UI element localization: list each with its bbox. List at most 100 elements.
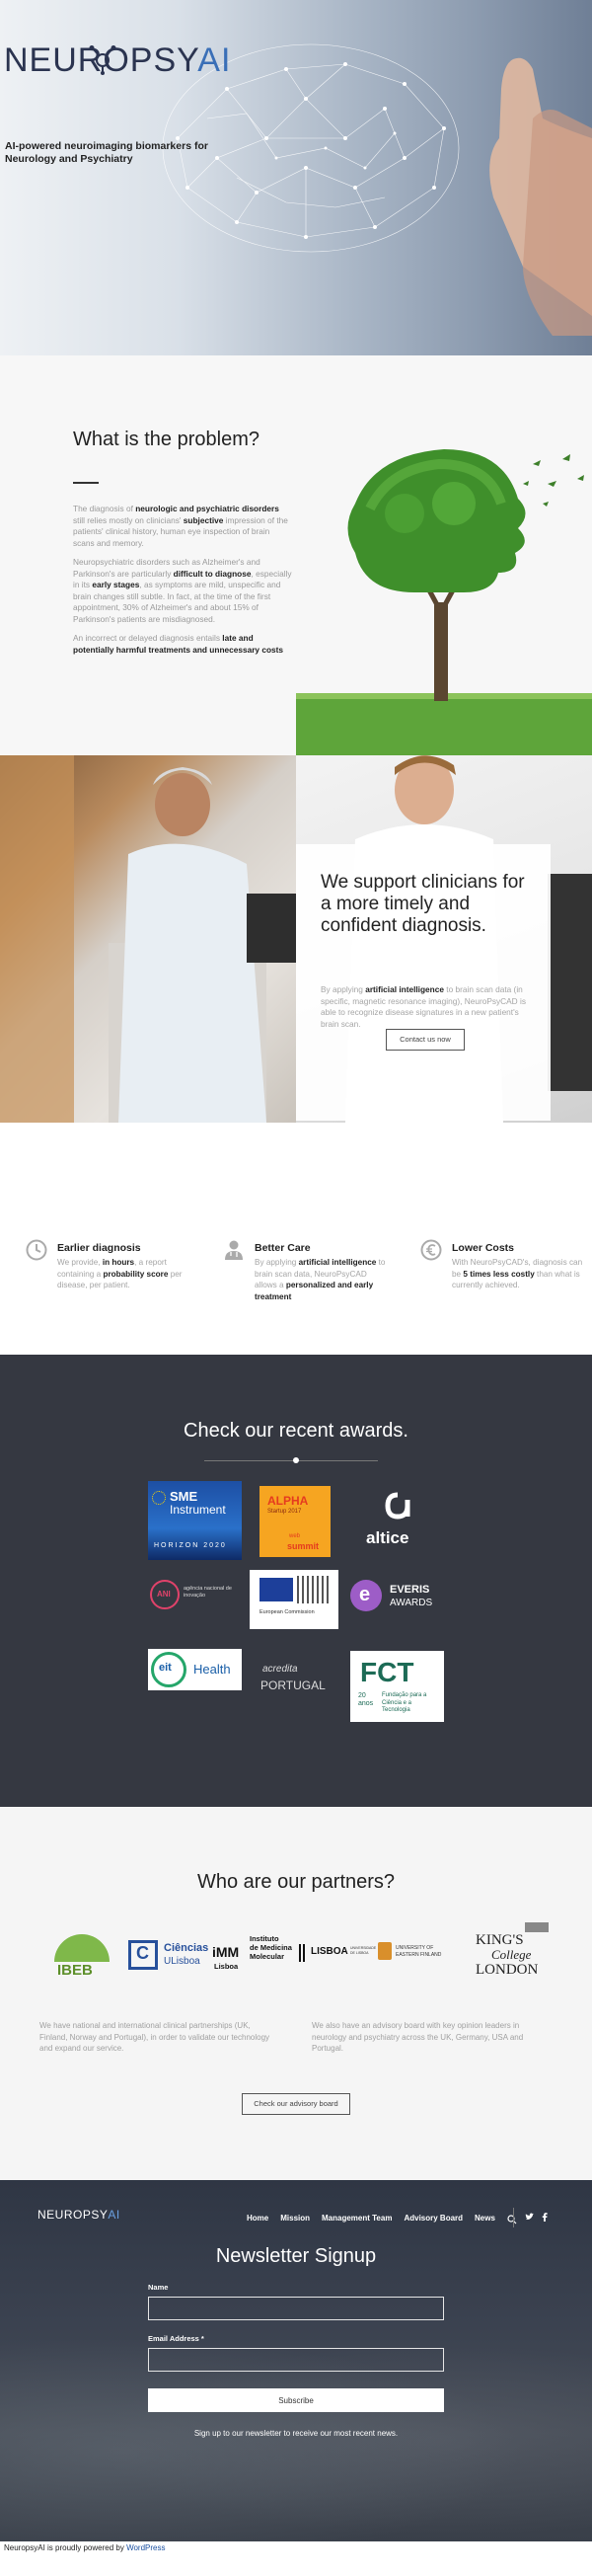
award-sme-instrument[interactable]: SME Instrument HORIZON 2020 [148, 1481, 242, 1560]
award-ani[interactable]: ANI agência nacional de inovação [148, 1570, 242, 1624]
logo-text-ai: AI [197, 41, 232, 79]
problem-section: What is the problem? The diagnosis of ne… [0, 355, 592, 755]
advisory-board-button[interactable]: Check our advisory board [242, 2093, 350, 2115]
support-text: By applying artificial intelligence to b… [321, 984, 526, 1029]
support-title: We support clinicians for a more timely … [321, 872, 525, 936]
award-altice-text: altice [366, 1528, 409, 1547]
awards-section: Check our recent awards. SME Instrument … [0, 1355, 592, 1817]
partner-imm-line2: de Medicina [250, 1943, 292, 1952]
partners-section: Who are our partners? IBEB C Ciências UL… [0, 1807, 592, 2180]
partner-ibeb[interactable]: IBEB [54, 1930, 110, 1980]
newsletter-title: Newsletter Signup [215, 2245, 377, 2267]
contact-button[interactable]: Contact us now [386, 1029, 465, 1051]
feature-text: With NeuroPsyCAD's, diagnosis can be 5 t… [452, 1258, 583, 1289]
footer-logo-text: NEUROPSY [37, 2208, 109, 2222]
problem-paragraph-1: The diagnosis of neurologic and psychiat… [73, 504, 288, 548]
partner-logos: IBEB C Ciências ULisboa iMM Instituto de… [49, 1922, 553, 1980]
partner-imm-line4: Lisboa [214, 1962, 239, 1971]
eu-flag-icon [152, 1491, 166, 1505]
title-divider [73, 482, 99, 484]
email-label: Email Address * [148, 2334, 204, 2343]
partners-title: Who are our partners? [196, 1871, 396, 1893]
nav-mission[interactable]: Mission [280, 2214, 310, 2225]
award-altice[interactable]: altice [350, 1481, 444, 1560]
wordpress-link[interactable]: WordPress [126, 2543, 165, 2552]
partner-ciencias[interactable]: C Ciências ULisboa [128, 1938, 209, 1974]
email-input[interactable] [148, 2348, 444, 2372]
award-acredita-line2: PORTUGAL [260, 1678, 326, 1692]
award-sme-line3: HORIZON 2020 [154, 1542, 227, 1549]
partner-lisboa-sub: UNIVERSIDADE DE LISBOA [350, 1946, 377, 1955]
partner-lisboa-text: LISBOA [311, 1946, 348, 1957]
clock-icon [26, 1239, 47, 1261]
award-everis-line1: EVERIS [390, 1584, 430, 1596]
problem-paragraph-2: Neuropsychiatric disorders such as Alzhe… [73, 557, 292, 624]
features-section: Earlier diagnosis We provide, in hours, … [0, 1123, 592, 1355]
name-input[interactable] [148, 2297, 444, 2320]
award-eit-line2: Health [193, 1662, 231, 1677]
hand-illustration [489, 57, 592, 336]
kings-crest-icon [525, 1922, 549, 1932]
patient-photo [0, 755, 296, 1123]
imm-logo-glyph: iMM [212, 1944, 240, 1960]
partner-imm-line3: Molecular [250, 1952, 285, 1961]
award-alpha-startup[interactable]: ALPHA Startup 2017 web summit [259, 1486, 331, 1557]
award-eit-line1: eit [159, 1662, 172, 1674]
head-tree-illustration [296, 449, 592, 755]
awards-title: Check our recent awards. [184, 1420, 408, 1442]
partner-ciencias-line1: Ciências [164, 1942, 209, 1954]
facebook-icon[interactable] [542, 2213, 548, 2222]
feature-text: We provide, in hours, a report containin… [57, 1258, 183, 1289]
support-card: We support clinicians for a more timely … [296, 844, 551, 1121]
altice-a-icon [385, 1492, 410, 1520]
newsletter-section: NEUROPSY AI Home Mission Management Team … [0, 2180, 592, 2541]
feature-title: Earlier diagnosis [57, 1242, 141, 1254]
award-eu-label: European Commission [259, 1609, 315, 1615]
partner-kings-line3: LONDON [476, 1962, 539, 1978]
nav-home[interactable]: Home [247, 2214, 268, 2225]
hero-tagline: AI-powered neuroimaging biomarkers for N… [5, 140, 208, 165]
award-everis[interactable]: e EVERIS AWARDS [348, 1572, 447, 1621]
doctor-icon [225, 1240, 243, 1260]
award-acredita-line1: acredita [262, 1664, 298, 1675]
award-sme-line1: SME [170, 1489, 198, 1504]
partner-imm[interactable]: iMM Instituto de Medicina Molecular Lisb… [212, 1932, 296, 1976]
partner-ulisboa[interactable]: LISBOA UNIVERSIDADE DE LISBOA [299, 1944, 378, 1968]
partner-ciencias-line2: ULisboa [164, 1956, 200, 1967]
problem-paragraph-3: An incorrect or delayed diagnosis entail… [73, 633, 284, 655]
ibeb-dome-icon [54, 1934, 110, 1962]
feature-title: Lower Costs [452, 1242, 515, 1254]
partners-right-text: We also have an advisory board with key … [312, 2021, 524, 2053]
partners-left-text: We have national and international clini… [39, 2021, 270, 2053]
euro-icon [420, 1239, 442, 1261]
award-ani-line1: ANI [157, 1590, 171, 1599]
footer-logo[interactable]: NEUROPSY AI [37, 2208, 120, 2222]
award-alpha-line4: summit [287, 1541, 320, 1551]
award-alpha-line1: ALPHA [267, 1494, 309, 1508]
partner-kings-college[interactable]: KING'S College LONDON [474, 1922, 553, 1984]
nav-advisory-board[interactable]: Advisory Board [404, 2214, 463, 2225]
award-fct-line1: FCT [360, 1657, 414, 1687]
award-acredita-portugal[interactable]: acredita PORTUGAL [255, 1654, 338, 1708]
award-alpha-line3: web [289, 1533, 301, 1539]
feature-text: By applying artificial intelligence to b… [255, 1258, 386, 1301]
twitter-icon[interactable] [525, 2213, 534, 2222]
partner-uef[interactable]: UNIVERSITY OF EASTERN FINLAND [378, 1942, 452, 1972]
divider-dot [293, 1457, 299, 1463]
award-european-commission[interactable]: European Commission [250, 1570, 338, 1629]
eu-flag-icon [259, 1578, 293, 1601]
award-everis-line2: AWARDS [390, 1598, 433, 1608]
search-icon[interactable] [507, 2215, 517, 2225]
site-credit: NeuropsyAI is proudly powered by WordPre… [4, 2543, 165, 2552]
partner-imm-line1: Instituto [250, 1934, 279, 1943]
nav-management-team[interactable]: Management Team [322, 2214, 392, 2225]
partner-ibeb-text: IBEB [57, 1962, 93, 1979]
award-eit-health[interactable]: eit Health [148, 1649, 242, 1690]
problem-title: What is the problem? [73, 429, 259, 450]
footer-logo-ai: AI [108, 2208, 120, 2222]
award-fct[interactable]: FCT 20 anos Fundação para a Ciência e a … [350, 1651, 444, 1722]
social-links [525, 2213, 548, 2222]
subscribe-button[interactable]: Subscribe [148, 2388, 444, 2412]
nav-news[interactable]: News [475, 2214, 495, 2225]
feature-title: Better Care [255, 1242, 311, 1254]
